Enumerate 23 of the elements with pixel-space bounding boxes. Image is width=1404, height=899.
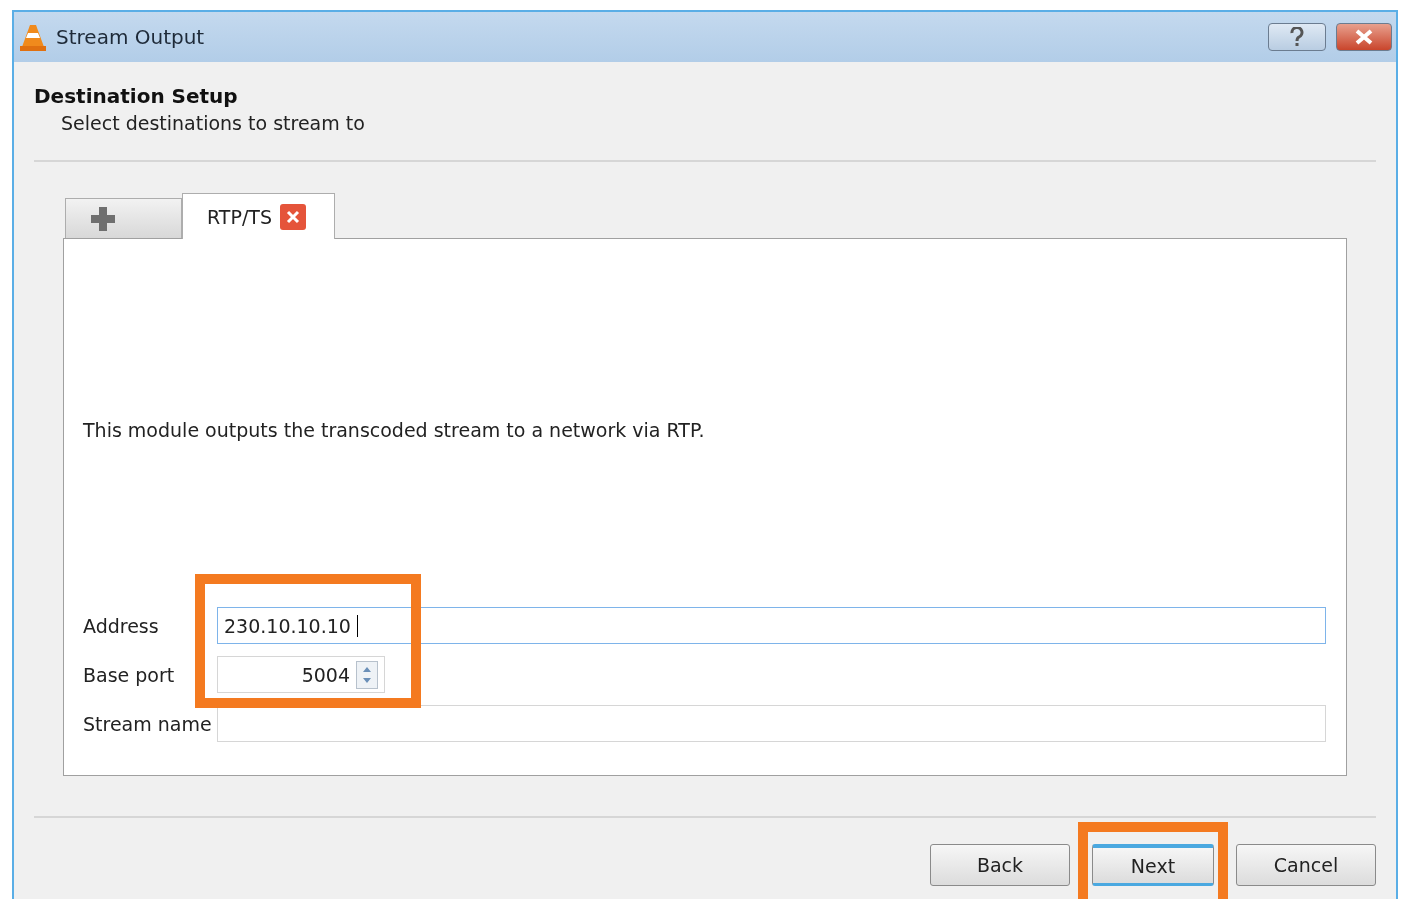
dialog-button[interactable]: Next: [1092, 844, 1214, 886]
text-field[interactable]: 230.10.10.10: [217, 607, 1326, 644]
close-button[interactable]: [1336, 23, 1392, 51]
field-label: Address: [83, 614, 160, 637]
spin-field[interactable]: 5004: [217, 656, 385, 693]
section-subtitle: Select destinations to stream to: [61, 112, 366, 134]
dialog-button[interactable]: Cancel: [1236, 844, 1376, 886]
module-tab[interactable]: RTP/TS: [182, 193, 335, 239]
module-description: This module outputs the transcoded stream to a network via RTP.: [83, 419, 706, 441]
plus-icon: [90, 205, 116, 232]
window-title: Stream Output: [56, 25, 206, 49]
field-label: Base port: [83, 663, 176, 686]
add-tab[interactable]: [65, 198, 182, 238]
text-field[interactable]: [217, 705, 1326, 742]
close-icon: [1354, 29, 1374, 45]
section-title: Destination Setup: [34, 84, 239, 108]
close-icon[interactable]: [279, 203, 306, 230]
spinner-arrows-icon[interactable]: [356, 660, 378, 689]
traffic-cone-icon: [20, 23, 46, 51]
field-label: Stream name: [83, 712, 213, 735]
question-icon: [1290, 27, 1304, 47]
help-button[interactable]: [1268, 23, 1326, 51]
dialog-button[interactable]: Back: [930, 844, 1070, 886]
